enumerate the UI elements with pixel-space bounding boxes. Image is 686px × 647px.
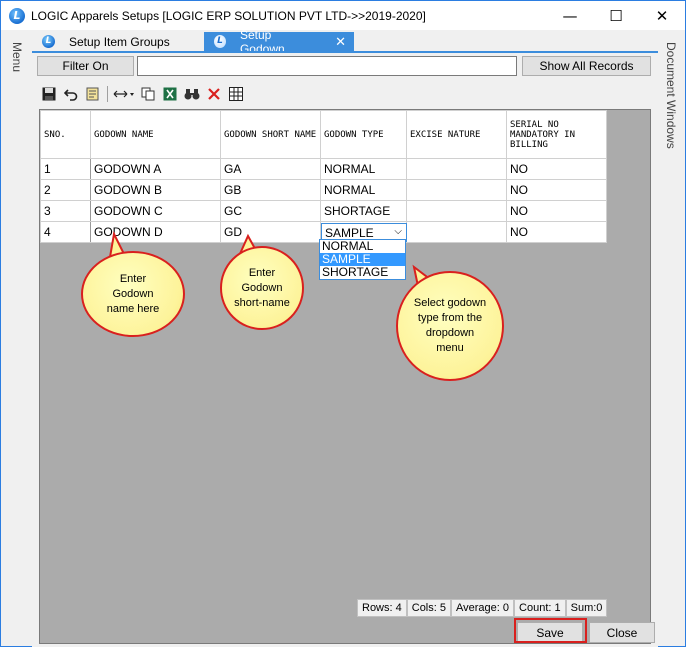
godown-type-selected-value: SAMPLE: [325, 225, 374, 240]
tab-logo-icon: L: [214, 35, 226, 48]
table-row[interactable]: 3 GODOWN C GC SHORTAGE NO: [40, 200, 607, 222]
show-all-records-button[interactable]: Show All Records: [522, 56, 651, 76]
godown-short-name-cell[interactable]: GA: [220, 158, 321, 180]
status-rows: Rows: 4: [357, 599, 407, 617]
column-header-sno[interactable]: SNO.: [40, 110, 91, 159]
toolbar-separator: [107, 86, 108, 102]
callout-text: Enter Godown short-name: [234, 266, 290, 309]
minimize-button[interactable]: —: [547, 1, 593, 30]
find-icon[interactable]: [181, 84, 203, 104]
tab-logo-icon: L: [42, 35, 55, 48]
godown-grid-area: SNO. GODOWN NAME GODOWN SHORT NAME GODOW…: [39, 109, 651, 644]
undo-icon[interactable]: [60, 84, 82, 104]
excise-nature-cell[interactable]: [406, 179, 507, 201]
status-count: Count: 1: [514, 599, 566, 617]
grid-status-bar: Rows: 4 Cols: 5 Average: 0 Count: 1 Sum:…: [357, 599, 608, 617]
title-bar: L LOGIC Apparels Setups [LOGIC ERP SOLUT…: [1, 1, 685, 30]
serial-no-mandatory-cell[interactable]: NO: [506, 221, 607, 243]
maximize-button[interactable]: ☐: [593, 1, 639, 30]
edit-icon[interactable]: [82, 84, 104, 104]
column-header-godown-short-name[interactable]: GODOWN SHORT NAME: [220, 110, 321, 159]
column-header-godown-type[interactable]: GODOWN TYPE: [320, 110, 407, 159]
status-average: Average: 0: [451, 599, 515, 617]
app-window: L LOGIC Apparels Setups [LOGIC ERP SOLUT…: [0, 0, 686, 647]
godown-type-dropdown-list[interactable]: NORMAL SAMPLE SHORTAGE: [319, 239, 406, 280]
grid-header-row: SNO. GODOWN NAME GODOWN SHORT NAME GODOW…: [40, 110, 607, 159]
window-title: LOGIC Apparels Setups [LOGIC ERP SOLUTIO…: [31, 8, 426, 23]
menu-label[interactable]: Menu: [10, 42, 24, 72]
close-window-button[interactable]: ✕: [639, 1, 685, 30]
excise-nature-cell[interactable]: [406, 221, 507, 243]
document-windows-rail[interactable]: Document Windows: [658, 30, 684, 646]
callout-godown-name: Enter Godown name here: [81, 251, 185, 337]
column-header-excise-nature[interactable]: EXCISE NATURE: [406, 110, 507, 159]
save-icon[interactable]: [38, 84, 60, 104]
filter-row: Filter On Show All Records: [37, 56, 653, 76]
godown-type-cell[interactable]: SHORTAGE: [320, 200, 407, 222]
setup-godown-panel: Filter On Show All Records SNO. GODOWN N…: [32, 51, 658, 647]
app-logo-icon: L: [9, 7, 25, 24]
tab-setup-item-groups[interactable]: L Setup Item Groups: [32, 32, 204, 51]
row-number: 1: [40, 158, 91, 180]
window-controls: — ☐ ✕: [547, 1, 685, 30]
grid-icon[interactable]: [225, 84, 247, 104]
tab-strip: L Setup Item Groups L Setup Godown ✕: [32, 28, 658, 56]
godown-type-cell[interactable]: NORMAL: [320, 158, 407, 180]
serial-no-mandatory-cell[interactable]: NO: [506, 179, 607, 201]
grid-toolbar: [38, 83, 247, 105]
serial-no-mandatory-cell[interactable]: NO: [506, 158, 607, 180]
column-header-serial-no-mandatory[interactable]: SERIAL NO MANDATORY IN BILLING: [506, 110, 607, 159]
godown-name-cell[interactable]: GODOWN C: [90, 200, 221, 222]
godown-name-cell[interactable]: GODOWN B: [90, 179, 221, 201]
menu-rail[interactable]: Menu: [2, 30, 32, 646]
filter-on-button[interactable]: Filter On: [37, 56, 134, 76]
callout-text: Enter Godown name here: [106, 272, 160, 315]
excise-nature-cell[interactable]: [406, 158, 507, 180]
godown-name-cell[interactable]: GODOWN A: [90, 158, 221, 180]
callout-godown-short-name: Enter Godown short-name: [220, 246, 304, 330]
column-header-godown-name[interactable]: GODOWN NAME: [90, 110, 221, 159]
chevron-down-icon[interactable]: ⌵: [394, 226, 402, 237]
close-icon[interactable]: ✕: [335, 34, 346, 50]
row-number: 2: [40, 179, 91, 201]
document-windows-label[interactable]: Document Windows: [664, 42, 678, 149]
delete-icon[interactable]: [203, 84, 225, 104]
status-cols: Cols: 5: [406, 599, 451, 617]
excise-nature-cell[interactable]: [406, 200, 507, 222]
save-button-highlight: [514, 618, 587, 643]
godown-grid: SNO. GODOWN NAME GODOWN SHORT NAME GODOW…: [40, 110, 607, 243]
callout-godown-type: Select godown type from the dropdown men…: [396, 271, 504, 381]
tab-setup-godown[interactable]: L Setup Godown ✕: [204, 28, 354, 56]
column-resize-icon[interactable]: [111, 84, 137, 104]
godown-short-name-cell[interactable]: GB: [220, 179, 321, 201]
excel-icon[interactable]: [159, 84, 181, 104]
callout-text: Select godown type from the dropdown men…: [413, 297, 487, 354]
tab-label: Setup Item Groups: [69, 34, 170, 49]
status-sum: Sum:0: [565, 599, 608, 617]
godown-type-cell[interactable]: NORMAL: [320, 179, 407, 201]
close-button[interactable]: Close: [589, 622, 655, 643]
row-number: 3: [40, 200, 91, 222]
serial-no-mandatory-cell[interactable]: NO: [506, 200, 607, 222]
table-row[interactable]: 2 GODOWN B GB NORMAL NO: [40, 179, 607, 201]
godown-short-name-cell[interactable]: GC: [220, 200, 321, 222]
filter-input[interactable]: [137, 56, 517, 76]
table-row[interactable]: 1 GODOWN A GA NORMAL NO: [40, 158, 607, 180]
copy-icon[interactable]: [137, 84, 159, 104]
dropdown-option-shortage[interactable]: SHORTAGE: [320, 266, 405, 279]
